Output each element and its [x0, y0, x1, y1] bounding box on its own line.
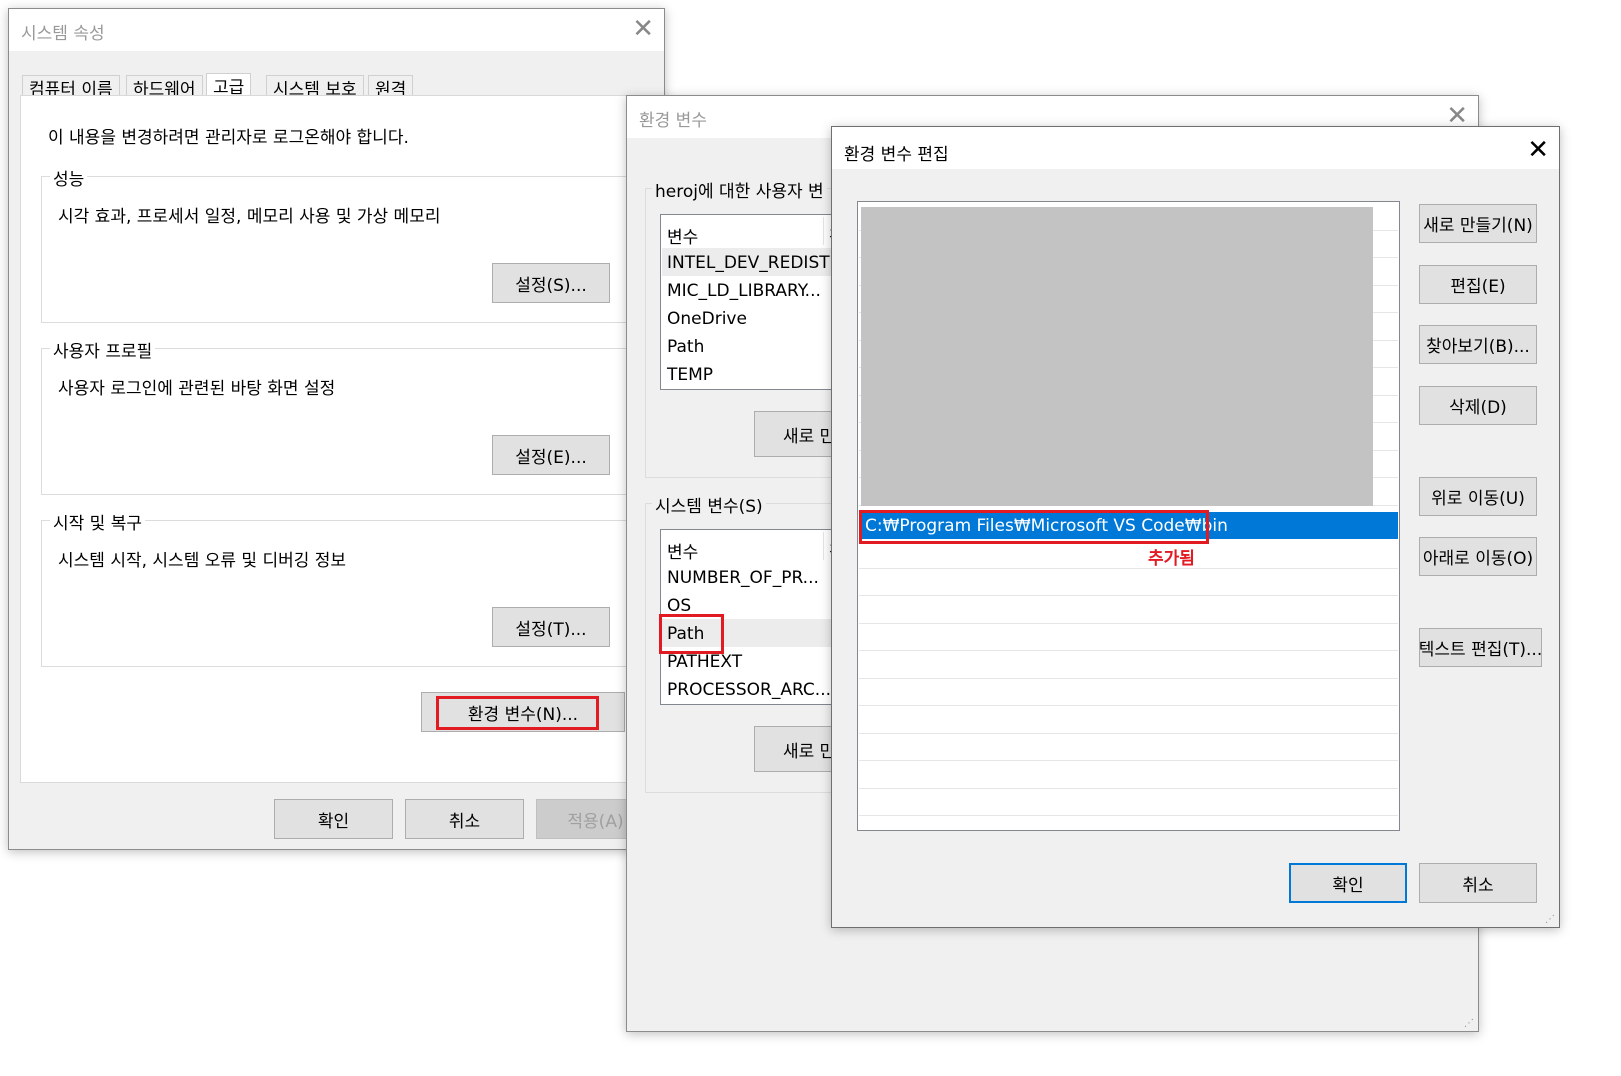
list-item-path[interactable]: Path — [667, 624, 704, 644]
new-button[interactable]: 새로 만들기(N) — [1419, 204, 1537, 243]
move-up-button[interactable]: 위로 이동(U) — [1419, 477, 1537, 516]
performance-label: 성능 — [50, 165, 88, 190]
browse-button[interactable]: 찾아보기(B)... — [1419, 325, 1537, 364]
edit-env-var-titlebar[interactable]: 환경 변수 편집 ✕ — [832, 127, 1559, 169]
list-item[interactable]: PATHEXT — [667, 652, 742, 672]
admin-note: 이 내용을 변경하려면 관리자로 로그온해야 합니다. — [48, 128, 409, 148]
advanced-tab-panel: 이 내용을 변경하려면 관리자로 로그온해야 합니다. 성능 시각 효과, 프로… — [20, 95, 640, 783]
system-properties-titlebar[interactable]: 시스템 속성 ✕ — [9, 9, 664, 51]
added-annotation: 추가됨 — [1148, 549, 1195, 569]
list-item[interactable]: TEMP — [667, 365, 713, 385]
system-properties-title: 시스템 속성 — [21, 24, 105, 44]
user-variables-label: heroj에 대한 사용자 변 — [652, 177, 827, 202]
cancel-button[interactable]: 취소 — [1419, 863, 1537, 903]
ok-button[interactable]: 확인 — [1289, 863, 1407, 903]
row-divider — [859, 788, 1398, 789]
list-item[interactable]: Path — [667, 337, 704, 357]
row-divider — [859, 733, 1398, 734]
list-item[interactable]: OneDrive — [667, 309, 747, 329]
user-profile-label: 사용자 프로필 — [50, 337, 156, 362]
edit-env-var-title: 환경 변수 편집 — [844, 145, 949, 165]
path-entries-list[interactable]: C:₩Program Files₩Microsoft VS Code₩bin — [857, 201, 1400, 831]
performance-settings-button[interactable]: 설정(S)... — [492, 263, 610, 303]
move-down-button[interactable]: 아래로 이동(O) — [1419, 537, 1537, 576]
performance-desc: 시각 효과, 프로세서 일정, 메모리 사용 및 가상 메모리 — [58, 207, 441, 227]
header-separator — [823, 217, 824, 245]
edit-env-var-window: 환경 변수 편집 ✕ C:₩Program Files₩Microsoft VS… — [831, 126, 1560, 928]
delete-button[interactable]: 삭제(D) — [1419, 386, 1537, 425]
system-variables-label: 시스템 변수(S) — [652, 492, 766, 517]
row-divider — [859, 815, 1398, 816]
edit-text-button[interactable]: 텍스트 편집(T)... — [1419, 628, 1542, 667]
startup-recovery-settings-button[interactable]: 설정(T)... — [492, 607, 610, 647]
selected-path-entry[interactable]: C:₩Program Files₩Microsoft VS Code₩bin — [859, 512, 1398, 539]
cancel-button[interactable]: 취소 — [405, 799, 524, 839]
environment-variables-button[interactable]: 환경 변수(N)... — [421, 692, 625, 732]
redacted-entries-block — [861, 207, 1373, 506]
environment-variables-title: 환경 변수 — [639, 111, 707, 131]
row-divider — [859, 568, 1398, 569]
row-divider — [859, 760, 1398, 761]
startup-recovery-desc: 시스템 시작, 시스템 오류 및 디버깅 정보 — [58, 551, 347, 571]
system-properties-window: 시스템 속성 ✕ 컴퓨터 이름 하드웨어 고급 시스템 보호 원격 이 내용을 … — [8, 8, 665, 850]
close-icon[interactable]: ✕ — [632, 15, 654, 43]
selected-path-entry-text: C:₩Program Files₩Microsoft VS Code₩bin — [865, 516, 1228, 536]
row-divider — [859, 705, 1398, 706]
ok-button[interactable]: 확인 — [274, 799, 393, 839]
list-item[interactable]: OS — [667, 596, 691, 616]
user-profile-group: 사용자 프로필 사용자 로그인에 관련된 바탕 화면 설정 설정(E)... — [41, 337, 627, 495]
list-item[interactable]: INTEL_DEV_REDIST — [667, 253, 830, 273]
row-divider — [859, 678, 1398, 679]
resize-grip-icon[interactable]: ⋰ — [1545, 914, 1555, 925]
row-divider — [859, 650, 1398, 651]
startup-recovery-label: 시작 및 복구 — [50, 509, 146, 534]
startup-recovery-group: 시작 및 복구 시스템 시작, 시스템 오류 및 디버깅 정보 설정(T)... — [41, 509, 627, 667]
close-icon[interactable]: ✕ — [1527, 136, 1549, 164]
user-profile-settings-button[interactable]: 설정(E)... — [492, 435, 610, 475]
resize-grip-icon[interactable]: ⋰ — [1464, 1018, 1474, 1029]
row-divider — [859, 623, 1398, 624]
edit-button[interactable]: 편집(E) — [1419, 265, 1537, 304]
user-list-header[interactable]: 변수 — [667, 223, 698, 248]
row-divider — [859, 595, 1398, 596]
list-item[interactable]: NUMBER_OF_PR... — [667, 568, 819, 588]
list-item[interactable]: MIC_LD_LIBRARY... — [667, 281, 821, 301]
list-item[interactable]: PROCESSOR_ARC... — [667, 680, 831, 700]
performance-group: 성능 시각 효과, 프로세서 일정, 메모리 사용 및 가상 메모리 설정(S)… — [41, 165, 627, 323]
user-variables-list[interactable]: 변수 값 INTEL_DEV_REDIST MIC_LD_LIBRARY... … — [660, 214, 860, 390]
system-list-header[interactable]: 변수 — [667, 538, 698, 563]
user-profile-desc: 사용자 로그인에 관련된 바탕 화면 설정 — [58, 379, 336, 399]
header-separator — [823, 532, 824, 560]
system-variables-list[interactable]: 변수 값 NUMBER_OF_PR... OS Path PATHEXT PRO… — [660, 529, 860, 705]
